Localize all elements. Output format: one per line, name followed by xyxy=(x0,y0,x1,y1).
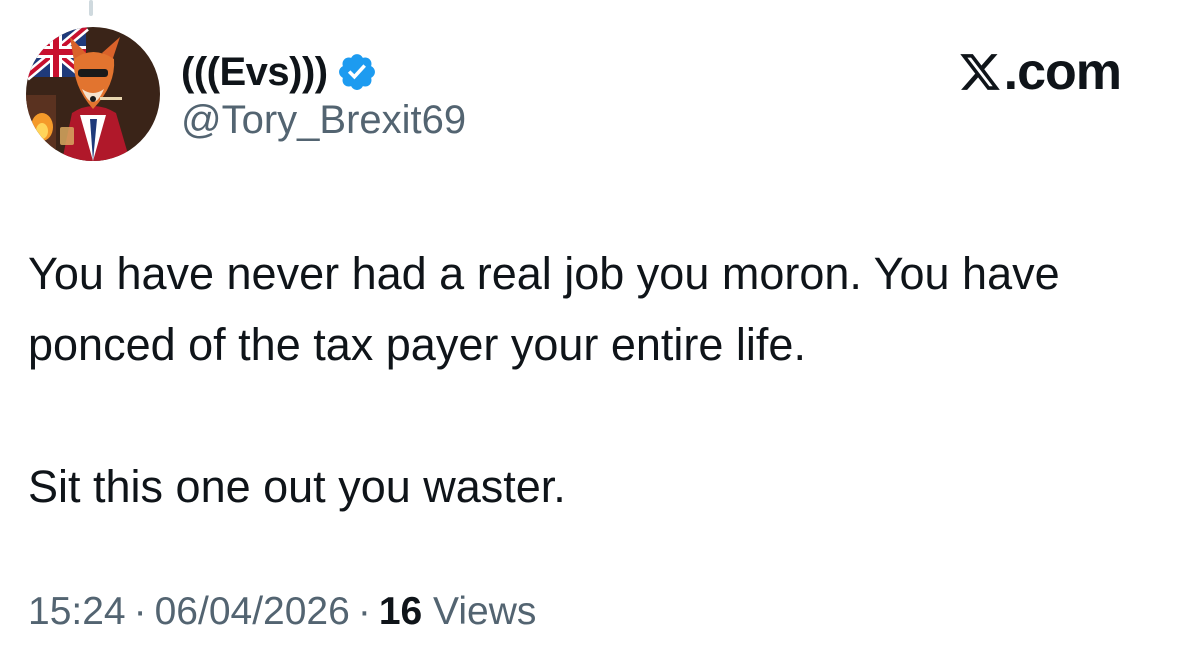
x-logo-icon xyxy=(958,50,1002,94)
site-badge-text: .com xyxy=(1003,43,1122,101)
avatar[interactable] xyxy=(26,27,160,161)
tweet-date[interactable]: 06/04/2026 xyxy=(155,590,350,633)
views-label: Views xyxy=(433,590,537,633)
tweet-meta: 15:24 · 06/04/2026 · 16 Views xyxy=(28,590,536,634)
site-badge: .com xyxy=(958,43,1122,101)
display-name[interactable]: (((Evs))) xyxy=(181,50,328,95)
view-count[interactable]: 16 xyxy=(379,590,422,633)
meta-separator: · xyxy=(357,590,371,633)
tweet-time[interactable]: 15:24 xyxy=(28,590,126,633)
author-handle[interactable]: @Tory_Brexit69 xyxy=(181,98,466,143)
author-name-row: (((Evs))) xyxy=(181,44,378,100)
thread-connector-line xyxy=(89,0,93,16)
tweet-paragraph: Sit this one out you waster. xyxy=(28,461,566,512)
tweet-paragraph: You have never had a real job you moron.… xyxy=(28,248,1060,370)
meta-separator: · xyxy=(133,590,147,633)
avatar-image xyxy=(26,27,160,161)
tweet-text: You have never had a real job you moron.… xyxy=(28,238,1148,522)
verified-badge-icon xyxy=(336,51,378,93)
